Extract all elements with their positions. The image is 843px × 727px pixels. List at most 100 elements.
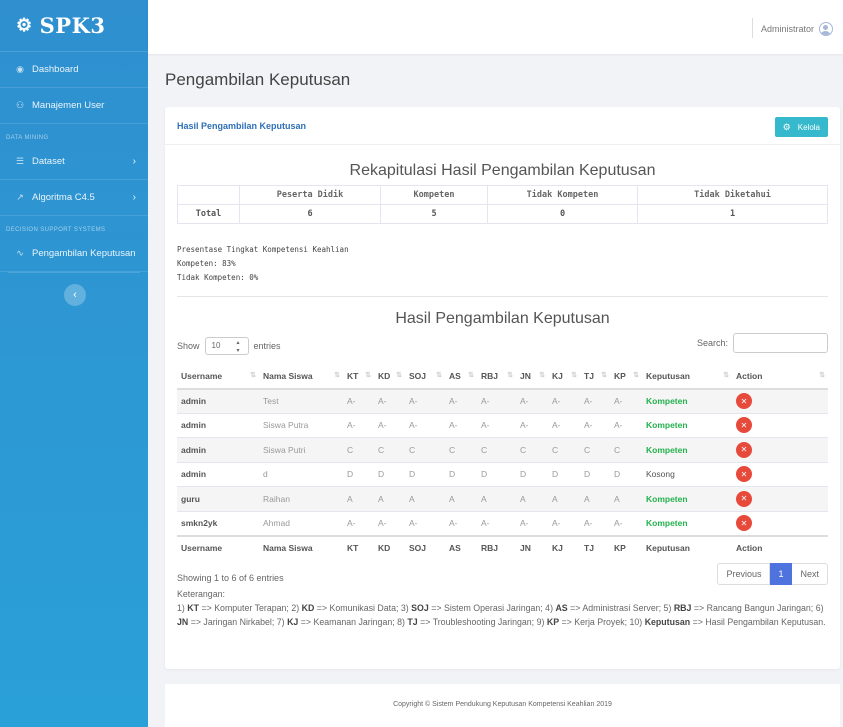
keputusan-cell: Kompeten xyxy=(642,388,732,414)
users-icon: ⚇ xyxy=(15,100,25,110)
keterangan-desc: Komunikasi Data; xyxy=(329,603,399,613)
previous-button[interactable]: Previous xyxy=(717,563,771,585)
hasil-title: Hasil Pengambilan Keputusan xyxy=(395,310,610,327)
nama-cell: Test xyxy=(259,388,343,414)
column-header-label: KT xyxy=(347,370,359,381)
keterangan-abbr: KT xyxy=(187,603,200,613)
user-menu[interactable]: Administrator xyxy=(761,22,833,36)
rekap-header xyxy=(177,185,240,205)
sidebar-item-dataset[interactable]: ☰ Dataset › xyxy=(0,144,148,180)
sidebar-toggle-button[interactable]: ‹ xyxy=(64,284,86,306)
column-header[interactable]: SOJ ⇅ xyxy=(405,364,445,390)
action-cell: ✕ xyxy=(732,388,828,414)
keterangan-abbr: Keputusan xyxy=(644,617,691,627)
keterangan-item: 4) AS => Administrasi Server; xyxy=(545,603,662,613)
grade-cell: A xyxy=(548,486,580,512)
column-footer: RBJ xyxy=(477,534,516,560)
sidebar-item-manajemen-user[interactable]: ⚇ Manajemen User xyxy=(0,88,148,124)
column-header[interactable]: Username ⇅ xyxy=(177,364,259,390)
dashboard-icon: ◉ xyxy=(16,64,24,74)
grade-cell: D xyxy=(374,462,405,487)
keterangan-desc: Troubleshooting Jaringan; xyxy=(432,617,535,627)
username-cell: smkn2yk xyxy=(177,511,259,536)
rekap-header: Tidak Diketahui xyxy=(637,185,828,205)
page-length-select[interactable]: 10 xyxy=(204,337,249,355)
keterangan-label: Keterangan: xyxy=(177,589,225,599)
delete-button[interactable]: ✕ xyxy=(736,441,752,458)
column-header[interactable]: KP ⇅ xyxy=(610,364,642,390)
grade-cell: A- xyxy=(548,511,580,536)
result-card: Hasil Pengambilan Keputusan ⚙ Kelola Rek… xyxy=(165,107,840,669)
rekap-header: Tidak Kompeten xyxy=(487,185,638,205)
keterangan-desc: Komputer Terapan; xyxy=(214,603,289,613)
column-footer: KJ xyxy=(548,534,580,560)
grade-cell: A- xyxy=(343,413,374,438)
grade-cell: A- xyxy=(374,511,405,536)
rekap-header: Kompeten xyxy=(380,185,488,205)
delete-button[interactable]: ✕ xyxy=(736,393,752,409)
keterangan-abbr: TJ xyxy=(407,617,418,627)
keterangan-item: 9) KP => Kerja Proyek; xyxy=(536,617,628,627)
grade-cell: A- xyxy=(343,388,374,414)
table-row: guru Raihan A A A A A A A A A Kompeten ✕ xyxy=(177,486,828,512)
column-header[interactable]: AS ⇅ xyxy=(445,364,477,390)
column-header[interactable]: Nama Siswa ⇅ xyxy=(259,364,343,390)
search-input[interactable] xyxy=(733,333,828,353)
action-cell: ✕ xyxy=(732,437,828,463)
keterangan-num: 9) xyxy=(536,617,545,627)
topbar: Administrator xyxy=(148,0,843,54)
column-header[interactable]: TJ ⇅ xyxy=(580,364,610,390)
delete-button[interactable]: ✕ xyxy=(736,417,752,434)
sidebar-divider xyxy=(8,272,140,273)
column-header[interactable]: Action ⇅ xyxy=(732,364,828,390)
user-avatar-icon xyxy=(819,22,833,36)
grade-cell: C xyxy=(516,437,548,463)
column-header[interactable]: KT ⇅ xyxy=(343,364,374,390)
sort-icon: ⇅ xyxy=(539,371,545,379)
keterangan-item: 8) TJ => Troubleshooting Jaringan; xyxy=(397,617,535,627)
rekap-table: Peserta Didik Kompeten Tidak Kompeten Ti… xyxy=(177,185,828,224)
column-header[interactable]: KD ⇅ xyxy=(374,364,405,390)
divider xyxy=(177,296,828,297)
page-1-button[interactable]: 1 xyxy=(770,563,793,585)
column-header[interactable]: Keputusan ⇅ xyxy=(642,364,732,390)
grade-cell: A- xyxy=(405,388,445,414)
grade-cell: A- xyxy=(477,413,516,438)
brand[interactable]: ⚙ SPK3 xyxy=(0,0,148,52)
delete-button[interactable]: ✕ xyxy=(736,466,752,483)
sidebar-item-algoritma[interactable]: ↗ Algoritma C4.5 › xyxy=(0,180,148,216)
column-header[interactable]: KJ ⇅ xyxy=(548,364,580,390)
rekap-cell: 6 xyxy=(239,204,381,224)
column-header[interactable]: JN ⇅ xyxy=(516,364,548,390)
sort-icon: ⇅ xyxy=(396,371,402,379)
column-footer: Keputusan xyxy=(642,534,732,560)
grade-cell: A- xyxy=(374,388,405,414)
column-header-label: Username xyxy=(181,370,223,381)
column-header-label: KP xyxy=(614,370,626,381)
sidebar-item-dashboard[interactable]: ◉ Dashboard xyxy=(0,52,148,88)
column-header-label: AS xyxy=(449,370,461,381)
keterangan-item: 2) KD => Komunikasi Data; xyxy=(291,603,399,613)
grade-cell: A xyxy=(477,486,516,512)
sort-icon: ⇅ xyxy=(571,371,577,379)
sidebar-item-pengambilan-keputusan[interactable]: ∿ Pengambilan Keputusan xyxy=(0,236,148,272)
sort-icon: ⇅ xyxy=(468,371,474,379)
keterangan-item: 3) SOJ => Sistem Operasi Jaringan; xyxy=(400,603,543,613)
kelola-label: Kelola xyxy=(797,122,820,132)
grade-cell: A- xyxy=(516,511,548,536)
results-table: Username ⇅ Nama Siswa ⇅ KT ⇅ KD ⇅ SOJ ⇅ AS ⇅ RBJ ⇅ JN ⇅… xyxy=(177,364,828,560)
table-footer-row: Username Nama Siswa KT KD SOJ AS RBJ JN KJ TJ KP Ke… xyxy=(177,534,828,560)
delete-button[interactable]: ✕ xyxy=(736,490,752,507)
grade-cell: A xyxy=(374,486,405,512)
grade-cell: A xyxy=(516,486,548,512)
next-button[interactable]: Next xyxy=(792,563,828,585)
kelola-button[interactable]: ⚙ Kelola xyxy=(774,117,828,137)
magic-icon: ↗ xyxy=(16,192,24,202)
keterangan-abbr: KD xyxy=(301,603,315,613)
column-header[interactable]: RBJ ⇅ xyxy=(477,364,516,390)
grade-cell: D xyxy=(580,462,610,487)
delete-button[interactable]: ✕ xyxy=(736,515,752,531)
keterangan-item: 1) KT => Komputer Terapan; xyxy=(177,603,289,613)
column-header-label: KJ xyxy=(552,370,563,381)
keterangan-num: 10) xyxy=(629,617,643,627)
